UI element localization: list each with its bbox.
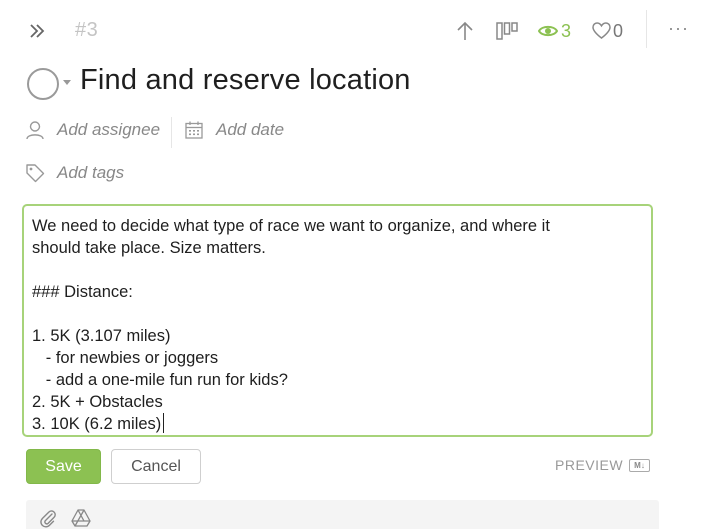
eye-icon	[538, 25, 558, 37]
chevron-down-icon[interactable]	[63, 80, 71, 85]
heart-icon	[592, 22, 611, 39]
task-title[interactable]: Find and reserve location	[80, 64, 411, 97]
followers-button[interactable]: 3	[538, 19, 578, 43]
add-assignee-button[interactable]: Add assignee	[25, 120, 160, 140]
paperclip-icon[interactable]	[38, 508, 58, 528]
likes-count: 0	[613, 20, 624, 41]
task-number: #3	[75, 19, 99, 41]
add-tags-label: Add tags	[57, 163, 125, 182]
header-divider	[646, 10, 647, 48]
add-tags-button[interactable]: Add tags	[25, 163, 124, 183]
like-button[interactable]: 0	[592, 19, 630, 43]
add-date-button[interactable]: Add date	[184, 120, 284, 140]
cancel-button[interactable]: Cancel	[111, 449, 201, 484]
meta-divider	[171, 117, 172, 148]
more-options-icon[interactable]: ···	[668, 18, 690, 42]
markdown-icon[interactable]: M↓	[629, 459, 650, 472]
text-caret	[163, 413, 165, 433]
description-text[interactable]: We need to decide what type of race we w…	[32, 217, 550, 433]
attachments-bar	[26, 500, 659, 529]
arrow-up-icon[interactable]	[454, 19, 476, 43]
add-assignee-label: Add assignee	[57, 120, 161, 139]
save-button[interactable]: Save	[26, 449, 101, 484]
user-icon	[26, 121, 44, 140]
preview-toggle[interactable]: PREVIEW	[555, 457, 623, 473]
calendar-icon	[185, 121, 203, 139]
description-editor[interactable]: We need to decide what type of race we w…	[22, 204, 653, 437]
followers-count: 3	[561, 20, 572, 41]
add-date-label: Add date	[216, 120, 285, 139]
double-chevron-right-icon[interactable]	[28, 20, 48, 42]
tag-icon	[26, 164, 45, 183]
task-header: #3 3 0 ···	[0, 0, 720, 62]
task-status-toggle[interactable]	[27, 68, 59, 100]
board-columns-icon[interactable]	[495, 19, 519, 43]
google-drive-icon[interactable]	[71, 508, 91, 528]
